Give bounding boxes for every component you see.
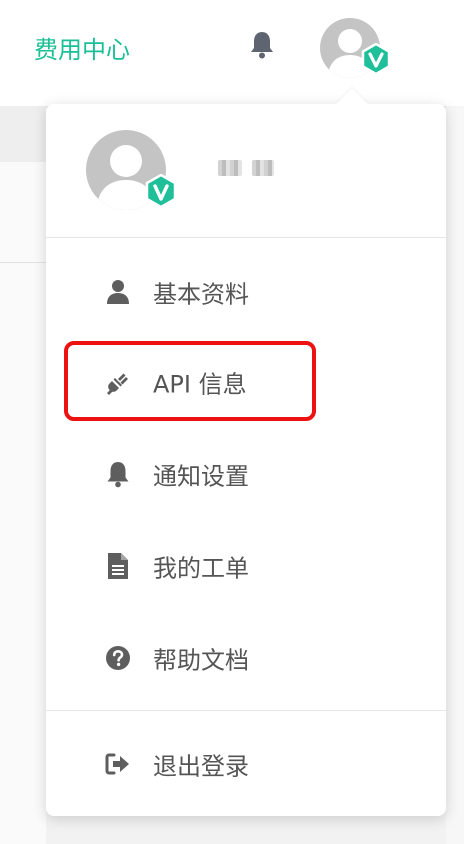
vip-badge — [360, 42, 392, 76]
background-panel-right — [446, 106, 464, 844]
sign-out-icon — [104, 750, 132, 778]
menu-item-label: 退出登录 — [153, 752, 249, 781]
username-blurred — [218, 156, 284, 180]
menu-divider — [46, 710, 446, 711]
menu-item-my-tickets[interactable]: 我的工单 — [46, 526, 446, 606]
highlight-box — [64, 341, 316, 421]
menu-item-label: 基本资料 — [153, 280, 249, 309]
bell-icon — [104, 460, 132, 488]
background-strip — [0, 106, 46, 162]
menu-item-label: 我的工单 — [153, 554, 249, 583]
dropdown-caret — [336, 88, 368, 104]
background-panel — [0, 106, 46, 844]
menu-item-notifications[interactable]: 通知设置 — [46, 434, 446, 514]
user-icon — [104, 278, 132, 306]
menu-item-help-docs[interactable]: 帮助文档 — [46, 618, 446, 698]
menu-item-profile[interactable]: 基本资料 — [46, 252, 446, 332]
menu-item-label: 帮助文档 — [153, 646, 249, 675]
bell-icon[interactable] — [249, 30, 275, 60]
fee-center-link[interactable]: 费用中心 — [34, 30, 130, 65]
user-dropdown-menu: 基本资料 API 信息 通知设置 我的工单 帮助文档 退出登录 — [46, 104, 446, 816]
menu-item-label: 通知设置 — [153, 462, 249, 491]
document-icon — [104, 552, 132, 580]
question-circle-icon — [104, 644, 132, 672]
menu-item-logout[interactable]: 退出登录 — [46, 724, 446, 804]
background-divider — [0, 262, 46, 263]
top-header-bar: 费用中心 — [0, 0, 464, 106]
profile-header — [46, 104, 446, 238]
vip-badge — [144, 173, 178, 209]
